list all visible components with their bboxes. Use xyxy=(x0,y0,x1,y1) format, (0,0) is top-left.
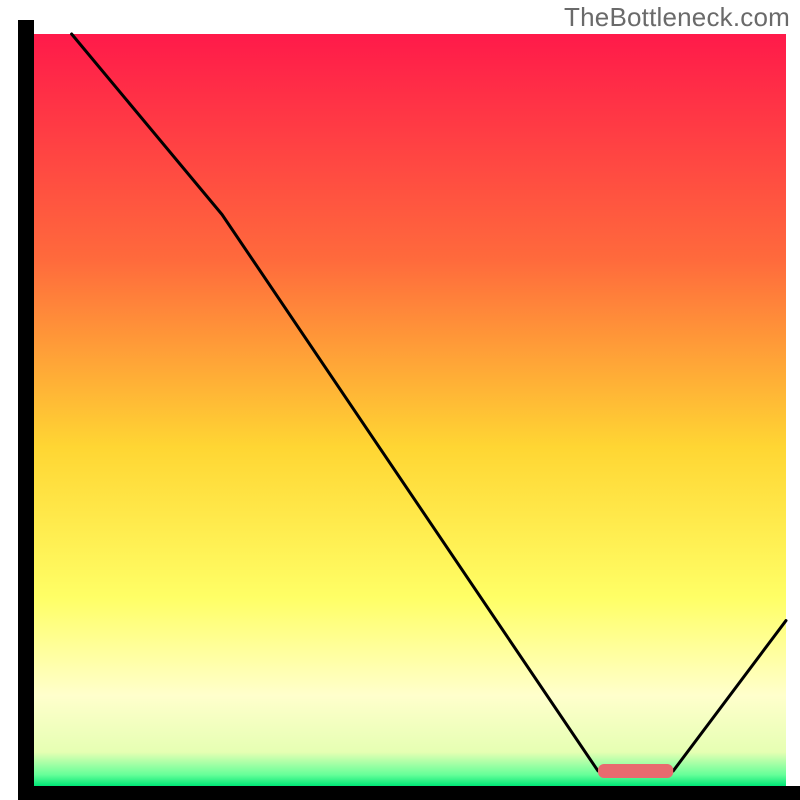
optimal-range-marker xyxy=(598,764,673,778)
bottleneck-chart xyxy=(0,0,800,800)
chart-container: TheBottleneck.com xyxy=(0,0,800,800)
watermark-text: TheBottleneck.com xyxy=(564,2,790,33)
plot-background xyxy=(34,34,786,786)
